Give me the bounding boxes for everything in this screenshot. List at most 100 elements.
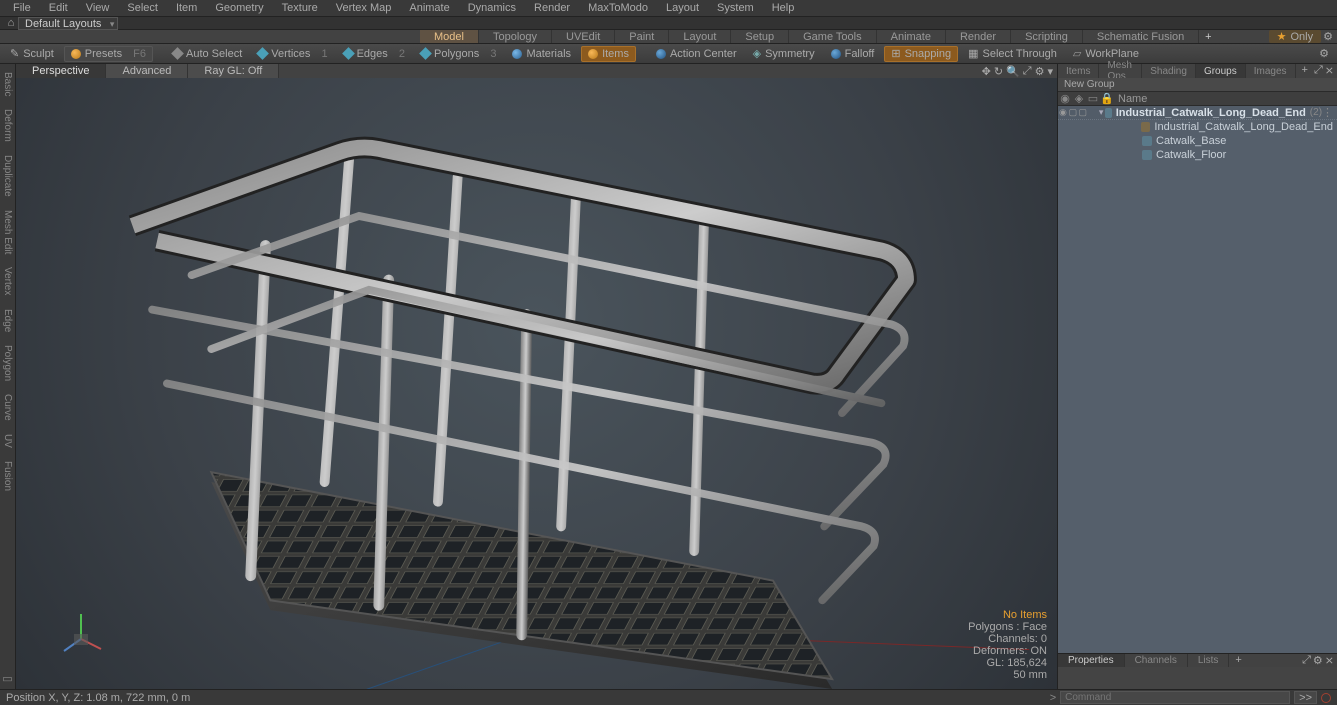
ltab-edge[interactable]: Edge (1, 303, 14, 338)
vp-menu-icon[interactable]: ▾ (1047, 65, 1053, 78)
col-sel-icon[interactable]: ▭ (1086, 92, 1100, 105)
col-vis-icon[interactable]: ◈ (1072, 92, 1086, 105)
col-lock-icon[interactable]: 🔒 (1100, 92, 1114, 105)
ltab-collapse-icon[interactable]: ▭ (2, 668, 12, 689)
menu-dynamics[interactable]: Dynamics (459, 2, 525, 14)
falloff-button[interactable]: Falloff (825, 46, 881, 62)
menu-view[interactable]: View (77, 2, 119, 14)
rtab-add[interactable]: + (1296, 64, 1314, 78)
rtab-groups[interactable]: Groups (1196, 64, 1246, 78)
menu-system[interactable]: System (708, 2, 763, 14)
add-workspace-tab[interactable]: + (1199, 30, 1217, 43)
status-position: Position X, Y, Z: 1.08 m, 722 mm, 0 m (6, 692, 190, 704)
menu-layout[interactable]: Layout (657, 2, 708, 14)
ptab-channels[interactable]: Channels (1125, 654, 1188, 667)
only-toggle[interactable]: ★Only (1269, 30, 1322, 43)
menu-select[interactable]: Select (118, 2, 167, 14)
vp-maximize-icon[interactable]: ⤢ (1023, 65, 1032, 78)
vp-rotate-icon[interactable]: ↻ (994, 65, 1003, 78)
tree-item-0[interactable]: Industrial_Catwalk_Long_Dead_End (1058, 120, 1337, 134)
items-button[interactable]: Items (581, 46, 636, 62)
ppanel-close-icon[interactable]: ⨯ (1325, 654, 1334, 667)
ltab-curve[interactable]: Curve (1, 388, 14, 427)
layout-dropdown[interactable]: Default Layouts (18, 17, 118, 30)
vp-tab-raygl[interactable]: Ray GL: Off (188, 64, 279, 78)
tree-root[interactable]: ◉▢▢ ▾ Industrial_Catwalk_Long_Dead_End (… (1058, 106, 1337, 120)
materials-button[interactable]: Materials (506, 46, 577, 62)
col-eye-icon[interactable]: ◉ (1058, 92, 1072, 105)
sculpt-button[interactable]: ✎Sculpt (4, 46, 60, 62)
tab-gametools[interactable]: Game Tools (789, 30, 877, 43)
menu-geometry[interactable]: Geometry (206, 2, 272, 14)
ltab-uv[interactable]: UV (1, 428, 14, 454)
toolbar-settings-icon[interactable]: ⚙ (1319, 47, 1333, 60)
scene-tree[interactable]: ◉▢▢ ▾ Industrial_Catwalk_Long_Dead_End (… (1058, 106, 1337, 653)
rtab-items[interactable]: Items (1058, 64, 1099, 78)
snapping-button[interactable]: ⊞Snapping (884, 46, 958, 62)
ltab-deform[interactable]: Deform (1, 103, 14, 148)
presets-button[interactable]: Presets F6 (64, 46, 153, 62)
ltab-basic[interactable]: Basic (1, 66, 14, 102)
tree-item-1[interactable]: Catwalk_Base (1058, 134, 1337, 148)
vp-zoom-icon[interactable]: 🔍 (1006, 65, 1020, 78)
tab-model[interactable]: Model (420, 30, 479, 43)
ppanel-max-icon[interactable]: ⤢ (1302, 654, 1311, 667)
tab-layout[interactable]: Layout (669, 30, 731, 43)
command-input[interactable] (1060, 691, 1290, 704)
selectthrough-button[interactable]: ▦Select Through (962, 46, 1063, 62)
tab-paint[interactable]: Paint (615, 30, 669, 43)
settings-icon[interactable]: ⚙ (1323, 30, 1333, 43)
vp-tab-perspective[interactable]: Perspective (16, 64, 106, 78)
ltab-polygon[interactable]: Polygon (1, 339, 14, 387)
viewport-3d[interactable]: No Items Polygons : Face Channels: 0 Def… (16, 78, 1057, 689)
vp-gear-icon[interactable]: ⚙ (1035, 65, 1045, 78)
axis-gizmo[interactable] (56, 609, 106, 659)
rtab-images[interactable]: Images (1246, 64, 1296, 78)
tab-setup[interactable]: Setup (731, 30, 789, 43)
vp-move-icon[interactable]: ✥ (982, 65, 991, 78)
menu-file[interactable]: File (4, 2, 40, 14)
menu-item[interactable]: Item (167, 2, 206, 14)
rtab-meshops[interactable]: Mesh Ops (1099, 64, 1142, 78)
edges-button[interactable]: Edges 2 (338, 46, 411, 62)
cmd-run-button[interactable]: >> (1294, 691, 1317, 704)
rtab-shading[interactable]: Shading (1142, 64, 1196, 78)
rpanel-max-icon[interactable]: ⤢ (1314, 64, 1323, 78)
menu-animate[interactable]: Animate (400, 2, 458, 14)
vertices-button[interactable]: Vertices 1 (252, 46, 333, 62)
menu-vertexmap[interactable]: Vertex Map (327, 2, 401, 14)
polygons-button[interactable]: Polygons 3 (415, 46, 502, 62)
ltab-duplicate[interactable]: Duplicate (1, 149, 14, 203)
menu-render[interactable]: Render (525, 2, 579, 14)
expand-icon[interactable]: ▾ (1098, 107, 1105, 118)
ptab-lists[interactable]: Lists (1188, 654, 1230, 667)
tab-schematicfusion[interactable]: Schematic Fusion (1083, 30, 1199, 43)
tab-animate[interactable]: Animate (877, 30, 946, 43)
cmd-record-icon[interactable] (1321, 693, 1331, 703)
ppanel-gear-icon[interactable]: ⚙ (1313, 654, 1323, 667)
autoselect-icon (171, 47, 184, 60)
workplane-button[interactable]: ▱WorkPlane (1067, 46, 1145, 62)
tab-scripting[interactable]: Scripting (1011, 30, 1083, 43)
autoselect-button[interactable]: Auto Select (167, 46, 248, 62)
ptab-add[interactable]: + (1229, 654, 1247, 667)
symmetry-button[interactable]: ◈Symmetry (747, 46, 821, 62)
ltab-meshedit[interactable]: Mesh Edit (1, 204, 14, 260)
menu-texture[interactable]: Texture (273, 2, 327, 14)
tab-render[interactable]: Render (946, 30, 1011, 43)
menu-edit[interactable]: Edit (40, 2, 77, 14)
scene-tabs: Items Mesh Ops Shading Groups Images + ⤢… (1058, 64, 1337, 78)
tree-item-2[interactable]: Catwalk_Floor (1058, 148, 1337, 162)
tab-uvedit[interactable]: UVEdit (552, 30, 615, 43)
home-icon[interactable]: ⌂ (4, 17, 18, 29)
tab-topology[interactable]: Topology (479, 30, 552, 43)
ltab-vertex[interactable]: Vertex (1, 261, 14, 301)
ptab-properties[interactable]: Properties (1058, 654, 1125, 667)
new-group-button[interactable]: New Group (1058, 78, 1337, 92)
menu-help[interactable]: Help (763, 2, 804, 14)
ltab-fusion[interactable]: Fusion (1, 455, 14, 497)
actioncenter-button[interactable]: Action Center (650, 46, 743, 62)
vp-tab-advanced[interactable]: Advanced (106, 64, 188, 78)
menu-maxtomodo[interactable]: MaxToModo (579, 2, 657, 14)
rpanel-close-icon[interactable]: ⨯ (1325, 64, 1334, 78)
